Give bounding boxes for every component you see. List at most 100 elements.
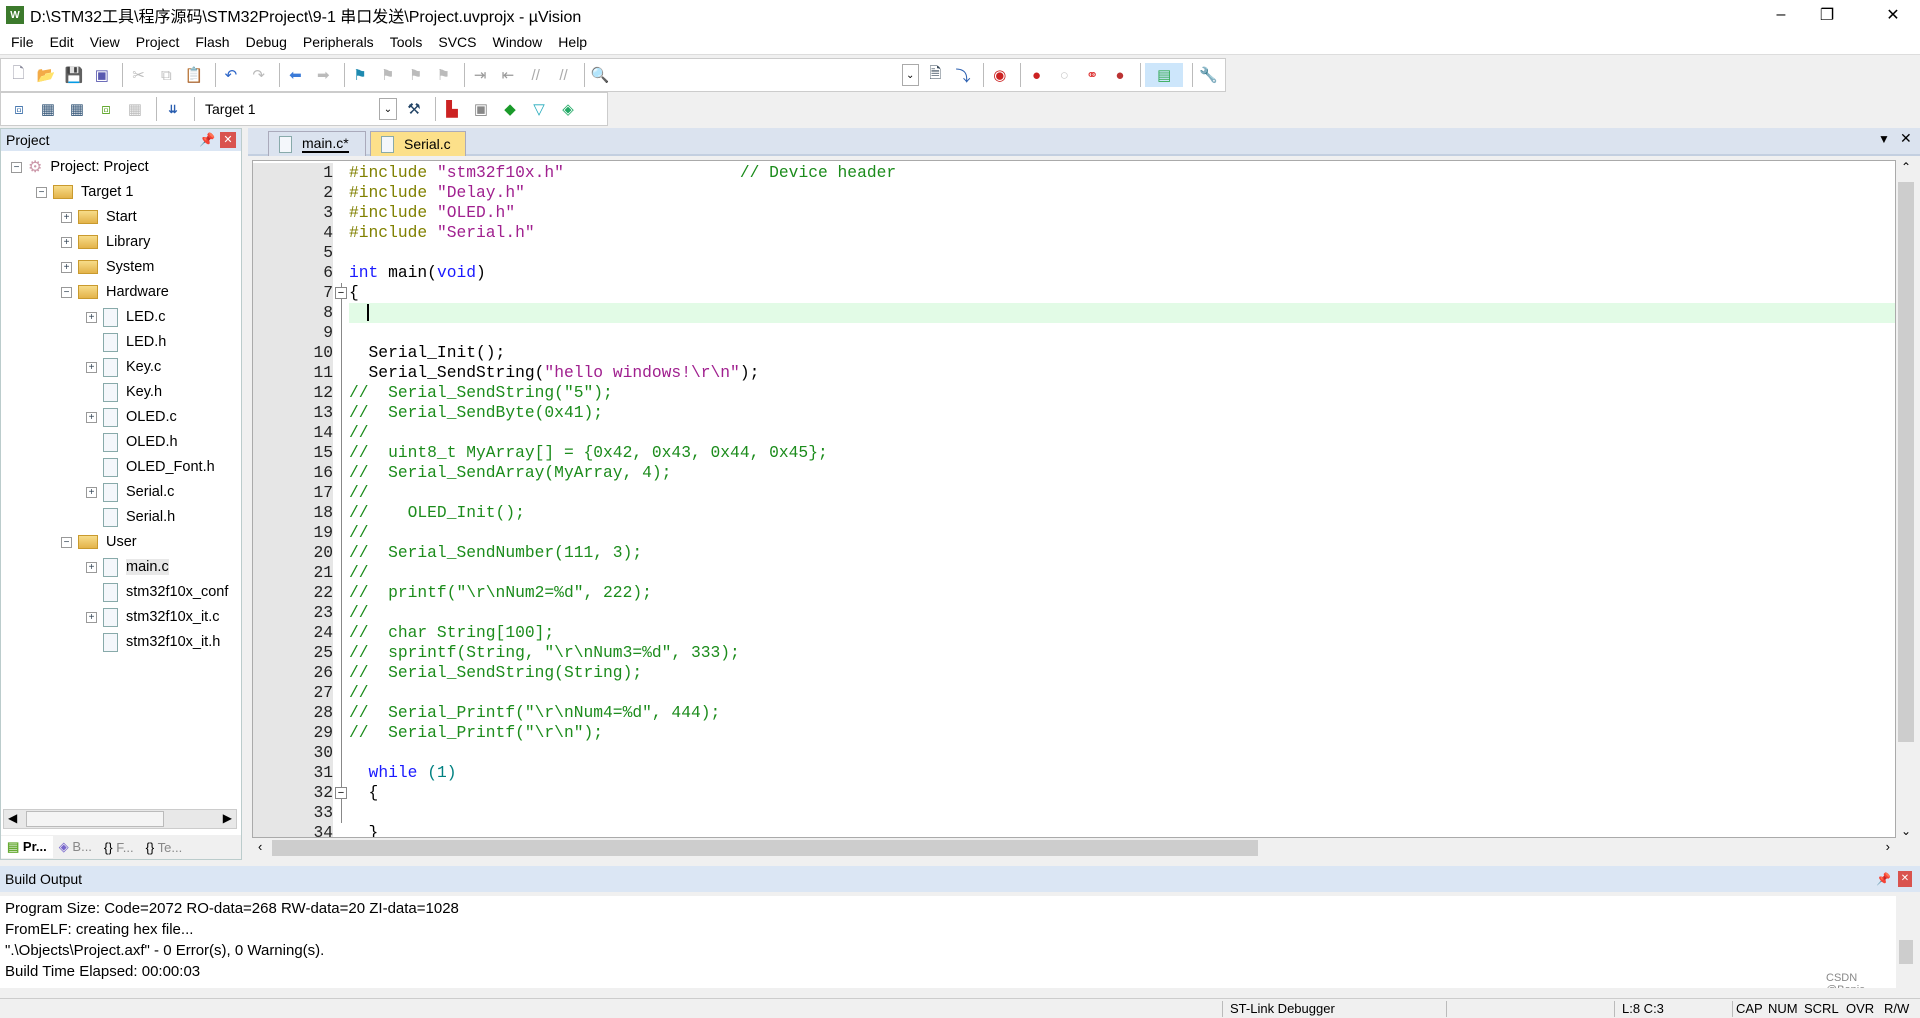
code-editor[interactable]: 1 #include "stm32f10x.h" // Device header… <box>252 160 1896 838</box>
tree-item[interactable]: + OLED.c <box>86 406 177 428</box>
next-bookmark-icon[interactable]: ⚑ <box>404 63 427 87</box>
save-icon[interactable]: 💾 <box>63 63 86 87</box>
tab-main-c[interactable]: main.c* <box>268 131 366 156</box>
close-tab-icon[interactable]: ✕ <box>1900 130 1912 147</box>
tree-item[interactable]: − Target 1 <box>36 181 133 203</box>
tree-item[interactable]: − Hardware <box>61 281 169 303</box>
expand-icon[interactable]: + <box>86 361 97 373</box>
target-dropdown-arrow[interactable]: ⌄ <box>379 98 397 120</box>
prev-bookmark-icon[interactable]: ⚑ <box>376 63 399 87</box>
batch-build-icon[interactable]: ⧈ <box>94 97 118 121</box>
uncomment-icon[interactable]: // <box>552 63 575 87</box>
undo-icon[interactable]: ↶ <box>219 63 242 87</box>
tree-item[interactable]: + Start <box>61 206 137 228</box>
menu-help[interactable]: Help <box>551 34 594 50</box>
unindent-icon[interactable]: ⇤ <box>497 63 520 87</box>
find-combo-dropdown[interactable]: ⌄ <box>901 64 919 86</box>
tab-books[interactable]: ◈ B... <box>53 836 98 858</box>
open-file-icon[interactable]: 📂 <box>35 63 58 87</box>
output-vscrollbar[interactable] <box>1896 896 1916 988</box>
minimize-button[interactable]: – <box>1758 0 1804 30</box>
redo-icon[interactable]: ↷ <box>247 63 270 87</box>
menu-tools[interactable]: Tools <box>383 34 430 50</box>
tab-templates[interactable]: {} Te... <box>140 837 189 858</box>
tree-item[interactable]: − User <box>61 531 137 553</box>
disable-breakpoint-icon[interactable]: ○ <box>1053 63 1076 87</box>
tree-item[interactable]: LED.h <box>86 331 166 353</box>
copy-icon[interactable]: ⧉ <box>155 63 178 87</box>
tree-item[interactable]: Key.h <box>86 381 162 403</box>
find-in-files-icon[interactable]: 🔍 <box>589 63 612 87</box>
menu-window[interactable]: Window <box>486 34 550 50</box>
paste-icon[interactable]: 📋 <box>183 63 206 87</box>
tree-item[interactable]: + System <box>61 256 154 278</box>
navigate-forward-icon[interactable]: ➡ <box>312 63 335 87</box>
menu-flash[interactable]: Flash <box>188 34 236 50</box>
collapse-icon[interactable]: − <box>11 161 22 173</box>
tree-item[interactable]: + main.c <box>86 556 169 578</box>
debug-session-icon[interactable]: ◉ <box>988 63 1011 87</box>
expand-icon[interactable]: + <box>86 486 97 498</box>
menu-view[interactable]: View <box>83 34 127 50</box>
window-layout-icon[interactable]: ▤ <box>1145 63 1184 87</box>
find-icon[interactable]: 🗎 <box>924 63 947 87</box>
navigate-back-icon[interactable]: ⬅ <box>284 63 307 87</box>
rebuild-icon[interactable]: ▦ <box>65 97 89 121</box>
expand-icon[interactable]: + <box>86 311 97 323</box>
select-packs-icon[interactable]: ▽ <box>527 97 551 121</box>
expand-icon[interactable]: + <box>61 236 72 248</box>
tree-item[interactable]: stm32f10x_it.h <box>86 631 220 653</box>
expand-icon[interactable]: + <box>61 261 72 273</box>
menu-peripherals[interactable]: Peripherals <box>296 34 381 50</box>
pin-icon[interactable]: 📌 <box>199 132 215 148</box>
menu-svcs[interactable]: SVCS <box>431 34 483 50</box>
configure-icon[interactable]: 🔧 <box>1197 63 1220 87</box>
stop-build-icon[interactable]: ▦ <box>123 97 147 121</box>
tree-item[interactable]: stm32f10x_conf <box>86 581 228 603</box>
expand-icon[interactable]: + <box>86 611 97 623</box>
tree-item[interactable]: + Serial.c <box>86 481 174 503</box>
pin-icon[interactable]: 📌 <box>1876 872 1891 886</box>
target-select[interactable]: Target 1 <box>199 97 379 121</box>
incremental-find-icon[interactable]: ⤵ <box>952 63 975 87</box>
tab-functions[interactable]: {} F... <box>98 837 140 858</box>
fold-toggle-icon[interactable]: − <box>335 787 347 799</box>
pack-installer-icon[interactable]: ◈ <box>556 97 580 121</box>
new-file-icon[interactable]: 🗋 <box>7 63 30 87</box>
editor-hscrollbar[interactable]: ‹ › <box>252 838 1896 858</box>
disable-all-breakpoints-icon[interactable]: ⚭ <box>1081 63 1104 87</box>
collapse-icon[interactable]: − <box>36 186 47 198</box>
manage-run-time-environment-icon[interactable]: ◆ <box>498 97 522 121</box>
expand-icon[interactable]: + <box>86 561 97 573</box>
cut-icon[interactable]: ✂ <box>127 63 150 87</box>
expand-icon[interactable]: + <box>86 411 97 423</box>
clear-bookmarks-icon[interactable]: ⚑ <box>432 63 455 87</box>
collapse-icon[interactable]: − <box>61 536 72 548</box>
tree-item[interactable]: − ⚙ Project: Project <box>11 156 149 178</box>
tree-item[interactable]: + LED.c <box>86 306 166 328</box>
download-icon[interactable]: ⇊ <box>161 97 185 121</box>
tree-item[interactable]: + Library <box>61 231 150 253</box>
comment-icon[interactable]: // <box>524 63 547 87</box>
bookmark-icon[interactable]: ⚑ <box>349 63 372 87</box>
close-panel-icon[interactable]: ✕ <box>220 132 236 148</box>
tree-item[interactable]: OLED.h <box>86 431 178 453</box>
indent-icon[interactable]: ⇥ <box>469 63 492 87</box>
file-extensions-icon[interactable]: ▣ <box>469 97 493 121</box>
insert-breakpoint-icon[interactable]: ● <box>1025 63 1048 87</box>
fold-toggle-icon[interactable]: − <box>335 287 347 299</box>
close-panel-icon[interactable]: ✕ <box>1898 871 1912 887</box>
build-icon[interactable]: ▦ <box>36 97 60 121</box>
target-options-icon[interactable]: ⚒ <box>402 97 426 121</box>
kill-all-breakpoints-icon[interactable]: ● <box>1109 63 1132 87</box>
build-output-text[interactable]: Program Size: Code=2072 RO-data=268 RW-d… <box>0 896 1896 996</box>
translate-icon[interactable]: ⧈ <box>7 97 31 121</box>
expand-icon[interactable]: + <box>61 211 72 223</box>
menu-debug[interactable]: Debug <box>239 34 294 50</box>
tree-item[interactable]: + Key.c <box>86 356 161 378</box>
manage-project-items-icon[interactable]: ▙ <box>440 97 464 121</box>
maximize-button[interactable]: ❐ <box>1804 0 1850 30</box>
tab-list-dropdown-icon[interactable]: ▼ <box>1878 132 1890 146</box>
menu-file[interactable]: File <box>4 34 41 50</box>
tree-item[interactable]: Serial.h <box>86 506 175 528</box>
